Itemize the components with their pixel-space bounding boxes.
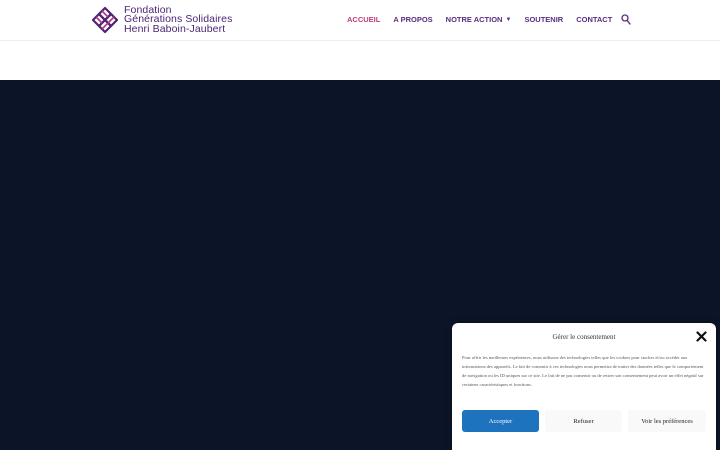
nav-item-label: SOUTENIR: [524, 15, 564, 24]
close-icon[interactable]: [696, 331, 707, 342]
accept-button[interactable]: Accepter: [462, 410, 539, 432]
nav-item-a-propos[interactable]: A PROPOS: [393, 15, 432, 24]
logo-line-3: Henri Baboin-Jaubert: [124, 22, 226, 35]
search-icon[interactable]: [621, 14, 631, 25]
chevron-down-icon: ▼: [505, 16, 512, 23]
consent-message: Pour offrir les meilleures expériences, …: [462, 355, 704, 387]
cookie-consent-panel: Gérer le consentement Pour offrir les me…: [452, 323, 716, 450]
nav-item-label: CONTACT: [576, 15, 613, 24]
site-logo[interactable]: Fondation Générations Solidaires Henri B…: [91, 5, 232, 35]
nav-item-label: ACCUEIL: [347, 15, 381, 24]
nav-item-contact[interactable]: CONTACT: [576, 15, 612, 24]
nav-item-label: NOTRE ACTION: [445, 15, 503, 24]
consent-actions: Accepter Refuser Voir les préférences: [462, 410, 706, 432]
nav-item-soutenir[interactable]: SOUTENIR: [524, 15, 563, 24]
refuse-button[interactable]: Refuser: [545, 410, 622, 432]
nav-item-label: A PROPOS: [393, 15, 433, 24]
nav-item-accueil[interactable]: ACCUEIL: [347, 15, 380, 24]
consent-title: Gérer le consentement: [552, 333, 616, 341]
main-nav: ACCUEIL A PROPOS NOTRE ACTION ▼ SOUTENIR…: [347, 15, 625, 24]
nav-item-notre-action[interactable]: NOTRE ACTION ▼: [446, 15, 512, 24]
logo-knot-icon: [91, 6, 119, 34]
logo-text: Fondation Générations Solidaires Henri B…: [124, 5, 232, 35]
site-header: Fondation Générations Solidaires Henri B…: [0, 0, 720, 41]
view-preferences-button[interactable]: Voir les préférences: [628, 410, 706, 432]
